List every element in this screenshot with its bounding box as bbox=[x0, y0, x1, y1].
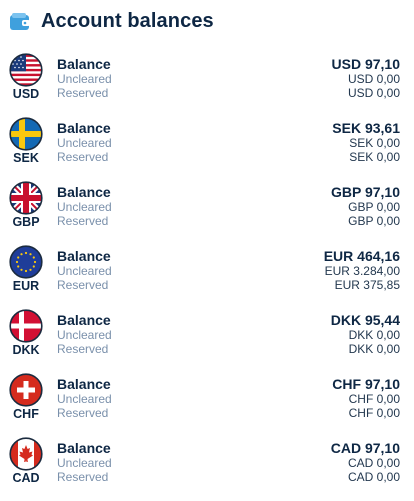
account-row-chf[interactable]: CHF Balance Uncleared Reserved CHF 97,10… bbox=[0, 372, 414, 436]
reserved-label: Reserved bbox=[57, 85, 109, 100]
uncleared-label: Uncleared bbox=[57, 136, 112, 150]
account-row-dkk[interactable]: DKK Balance Uncleared Reserved DKK 95,44… bbox=[0, 308, 414, 372]
account-row-eur[interactable]: EUR Balance Uncleared Reserved EUR 464,1… bbox=[0, 244, 414, 308]
account-row-cad[interactable]: CAD Balance Uncleared Reserved CAD 97,10… bbox=[0, 436, 414, 500]
account-list: USD Balance Uncleared Reserved USD 97,10… bbox=[0, 52, 414, 500]
balance-label: Balance bbox=[57, 312, 111, 328]
account-row-sek[interactable]: SEK Balance Uncleared Reserved SEK 93,61… bbox=[0, 116, 414, 180]
reserved-label: Reserved bbox=[57, 341, 109, 356]
uncleared-value: EUR 3.284,00 bbox=[324, 264, 400, 278]
reserved-value: CAD 0,00 bbox=[347, 469, 400, 484]
gb-flag-icon bbox=[9, 181, 43, 215]
reserved-value: GBP 0,00 bbox=[348, 213, 400, 228]
reserved-value: CHF 0,00 bbox=[348, 405, 400, 420]
currency-code: DKK bbox=[12, 343, 40, 357]
balance-value: USD 97,10 bbox=[331, 56, 400, 72]
reserved-label: Reserved bbox=[57, 469, 109, 484]
page-header: Account balances bbox=[10, 10, 214, 33]
reserved-label: Reserved bbox=[57, 277, 109, 292]
wallet-icon bbox=[10, 12, 30, 30]
us-flag-icon bbox=[9, 53, 43, 87]
uncleared-label: Uncleared bbox=[57, 456, 112, 470]
currency-code: EUR bbox=[12, 279, 40, 293]
uncleared-value: USD 0,00 bbox=[347, 72, 400, 86]
reserved-label: Reserved bbox=[57, 213, 109, 228]
eu-flag-icon bbox=[9, 245, 43, 279]
reserved-value: EUR 375,85 bbox=[334, 277, 400, 292]
uncleared-label: Uncleared bbox=[57, 72, 112, 86]
balance-value: SEK 93,61 bbox=[332, 120, 400, 136]
uncleared-label: Uncleared bbox=[57, 264, 112, 278]
page-title: Account balances bbox=[41, 10, 214, 32]
dk-flag-icon bbox=[9, 309, 43, 343]
se-flag-icon bbox=[9, 117, 43, 151]
uncleared-value: CAD 0,00 bbox=[347, 456, 400, 470]
uncleared-label: Uncleared bbox=[57, 328, 112, 342]
account-row-usd[interactable]: USD Balance Uncleared Reserved USD 97,10… bbox=[0, 52, 414, 116]
reserved-value: USD 0,00 bbox=[347, 85, 400, 100]
balance-value: GBP 97,10 bbox=[330, 184, 400, 200]
currency-code: GBP bbox=[12, 215, 40, 229]
balance-value: DKK 95,44 bbox=[330, 312, 400, 328]
reserved-label: Reserved bbox=[57, 405, 109, 420]
reserved-value: SEK 0,00 bbox=[349, 149, 400, 164]
currency-code: CHF bbox=[13, 407, 39, 421]
uncleared-value: SEK 0,00 bbox=[349, 136, 400, 150]
balance-label: Balance bbox=[57, 56, 111, 72]
uncleared-value: GBP 0,00 bbox=[348, 200, 400, 214]
balance-value: CAD 97,10 bbox=[330, 440, 400, 456]
balance-value: EUR 464,16 bbox=[323, 248, 400, 264]
currency-code: CAD bbox=[12, 471, 40, 485]
ch-flag-icon bbox=[9, 373, 43, 407]
currency-code: SEK bbox=[13, 151, 39, 165]
uncleared-value: DKK 0,00 bbox=[348, 328, 400, 342]
account-row-gbp[interactable]: GBP Balance Uncleared Reserved GBP 97,10… bbox=[0, 180, 414, 244]
reserved-label: Reserved bbox=[57, 149, 109, 164]
balance-label: Balance bbox=[57, 184, 111, 200]
balance-label: Balance bbox=[57, 248, 111, 264]
currency-code: USD bbox=[12, 87, 40, 101]
balance-label: Balance bbox=[57, 120, 111, 136]
balance-label: Balance bbox=[57, 440, 111, 456]
ca-flag-icon bbox=[9, 437, 43, 471]
reserved-value: DKK 0,00 bbox=[348, 341, 400, 356]
uncleared-label: Uncleared bbox=[57, 392, 112, 406]
uncleared-label: Uncleared bbox=[57, 200, 112, 214]
uncleared-value: CHF 0,00 bbox=[348, 392, 400, 406]
balance-label: Balance bbox=[57, 376, 111, 392]
balance-value: CHF 97,10 bbox=[332, 376, 400, 392]
